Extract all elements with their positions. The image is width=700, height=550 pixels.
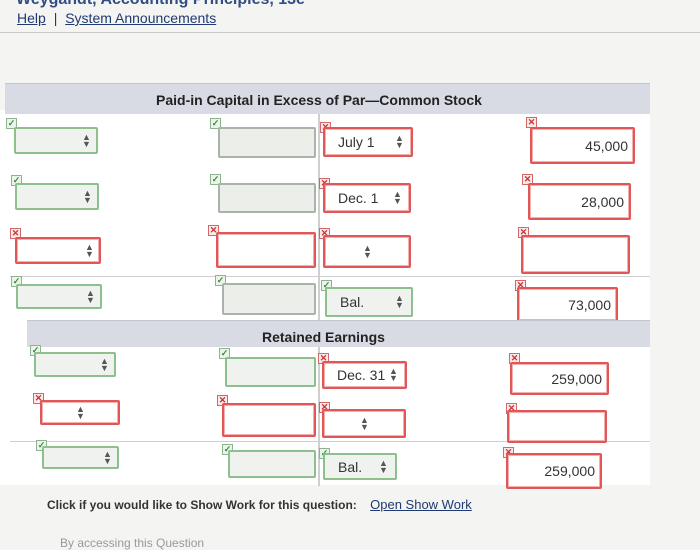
right-amount-input[interactable]	[507, 410, 607, 443]
select-arrows-icon: ▲ ▼	[395, 133, 404, 150]
header-links: Help | System Announcements	[17, 10, 216, 26]
right-date-value: Bal.	[340, 294, 365, 310]
left-amount-input[interactable]	[222, 403, 316, 437]
right-date-value: Bal.	[338, 458, 363, 475]
left-date-select[interactable]: ▲ ▼	[40, 400, 120, 425]
paid-in-capital-title: Paid-in Capital in Excess of Par—Common …	[156, 92, 482, 108]
right-amount-value: 45,000	[585, 137, 628, 154]
left-amount-input[interactable]	[218, 127, 316, 158]
select-arrows-icon: ▲ ▼	[86, 287, 95, 305]
help-link[interactable]: Help	[17, 10, 46, 26]
right-amount-value: 73,000	[568, 296, 611, 313]
right-amount-input[interactable]: 259,000	[510, 362, 609, 395]
right-amount-value: 259,000	[544, 463, 595, 479]
select-arrows-icon: ▲ ▼	[395, 293, 404, 310]
right-amount-input[interactable]: 45,000	[530, 127, 635, 164]
right-date-select[interactable]: Dec. 31 ▲ ▼	[322, 361, 407, 389]
right-amount-input[interactable]: 28,000	[528, 183, 631, 220]
t-account-divider-1	[318, 114, 320, 324]
show-work-row: Click if you would like to Show Work for…	[47, 497, 472, 512]
select-arrows-icon: ▲ ▼	[100, 355, 109, 373]
left-amount-input[interactable]	[218, 183, 316, 213]
right-amount-input[interactable]	[521, 235, 630, 274]
right-amount-input[interactable]: 259,000	[506, 453, 602, 489]
left-amount-input[interactable]	[222, 283, 316, 315]
select-arrows-icon: ▲ ▼	[393, 189, 402, 206]
header-divider	[0, 32, 700, 33]
left-amount-input[interactable]	[225, 357, 316, 387]
right-date-select[interactable]: ▲ ▼	[322, 409, 406, 438]
right-date-select[interactable]: Bal. ▲ ▼	[323, 453, 397, 480]
right-date-select[interactable]: July 1 ▲ ▼	[323, 127, 413, 157]
left-date-select[interactable]: ▲ ▼	[14, 127, 98, 154]
left-date-select[interactable]: ▲ ▼	[15, 237, 101, 264]
system-announcements-link[interactable]: System Announcements	[65, 10, 216, 26]
right-date-value: Dec. 1	[338, 190, 379, 206]
t-account-divider-2	[318, 346, 320, 486]
right-date-select[interactable]: Bal. ▲ ▼	[325, 287, 413, 317]
show-work-prompt: Click if you would like to Show Work for…	[47, 498, 357, 512]
header-separator: |	[53, 10, 58, 26]
select-arrows-icon: ▲ ▼	[363, 242, 372, 260]
book-title: Weygandt, Accounting Principles, 13e	[16, 0, 305, 9]
left-date-select[interactable]: ▲ ▼	[15, 183, 99, 210]
left-date-select[interactable]: ▲ ▼	[34, 352, 116, 377]
right-date-select[interactable]: Dec. 1 ▲ ▼	[323, 183, 411, 213]
right-amount-input[interactable]: 73,000	[517, 287, 618, 322]
select-arrows-icon: ▲ ▼	[103, 448, 112, 466]
right-amount-value: 28,000	[581, 193, 624, 210]
left-date-select[interactable]: ▲ ▼	[16, 284, 102, 309]
left-date-select[interactable]: ▲ ▼	[42, 446, 119, 469]
select-arrows-icon: ▲ ▼	[379, 457, 388, 475]
left-amount-input[interactable]	[216, 232, 316, 268]
select-arrows-icon: ▲ ▼	[76, 403, 85, 421]
open-show-work-link[interactable]: Open Show Work	[370, 497, 472, 512]
right-amount-value: 259,000	[551, 370, 602, 387]
balance-rule-1	[10, 276, 650, 277]
select-arrows-icon: ▲ ▼	[85, 241, 94, 259]
right-date-value: July 1	[338, 134, 375, 150]
select-arrows-icon: ▲ ▼	[83, 187, 92, 205]
select-arrows-icon: ▲ ▼	[82, 131, 91, 149]
retained-earnings-title: Retained Earnings	[262, 329, 385, 345]
right-date-value: Dec. 31	[337, 367, 386, 383]
select-arrows-icon: ▲ ▼	[389, 366, 398, 383]
right-date-select[interactable]: ▲ ▼	[323, 235, 411, 268]
select-arrows-icon: ▲ ▼	[360, 414, 369, 432]
left-amount-input[interactable]	[228, 450, 316, 478]
